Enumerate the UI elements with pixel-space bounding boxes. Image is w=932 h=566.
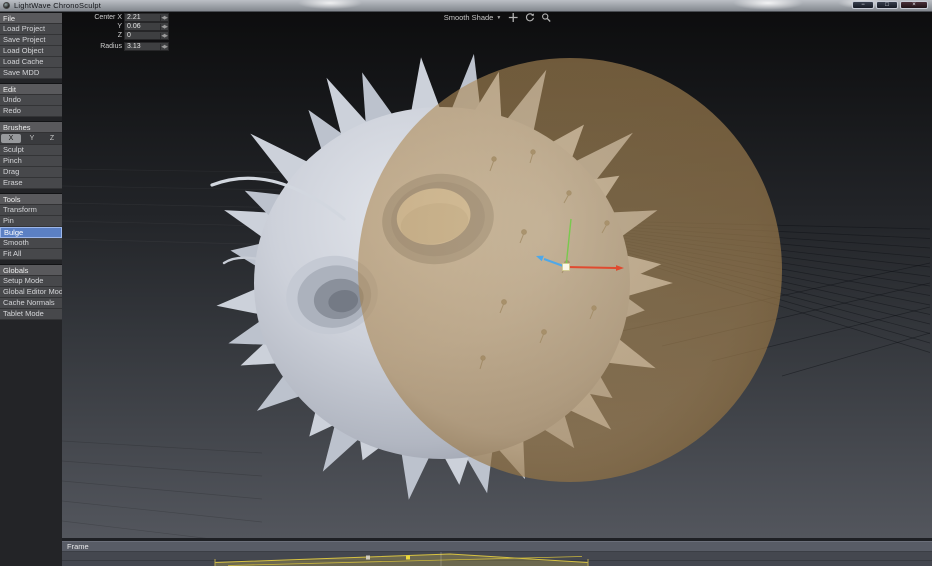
section-header-edit: Edit [0,84,62,95]
sidebar-item-fit-all[interactable]: Fit All [0,249,62,260]
gizmo-x-axis[interactable] [566,267,616,268]
brush-settings-panel: Center X 2.21◀▶ Y 0.06◀▶ Z 0◀▶ Radius 3.… [85,13,169,51]
field-value-center-x[interactable]: 2.21 [125,14,160,21]
sidebar-item-setup-mode[interactable]: Setup Mode [0,276,62,287]
sidebar-item-redo[interactable]: Redo [0,106,62,117]
field-value-center-z[interactable]: 0 [125,32,160,39]
field-value-center-y[interactable]: 0.06 [125,23,160,30]
window-title: LightWave ChronoSculpt [14,1,101,10]
sidebar-item-bulge[interactable]: Bulge [0,227,62,238]
sidebar-item-drag[interactable]: Drag [0,167,62,178]
keyframe-dot-active[interactable] [406,556,410,560]
sidebar-item-tablet-mode[interactable]: Tablet Mode [0,309,62,320]
section-header-tools: Tools [0,194,62,205]
frame-label: Frame [62,542,932,552]
application-window: LightWave ChronoSculpt − □ × File Load P… [0,0,932,566]
close-button[interactable]: × [900,1,928,9]
sidebar-section-file: File Load Project Save Project Load Obje… [0,12,62,79]
field-radius[interactable]: Radius 3.13◀▶ [85,42,169,51]
chevron-down-icon: ▼ [496,15,501,21]
field-center-y[interactable]: Y 0.06◀▶ [85,22,169,31]
viewport[interactable]: Center X 2.21◀▶ Y 0.06◀▶ Z 0◀▶ Radius 3.… [62,11,932,538]
axis-button-x[interactable]: X [1,134,21,143]
sidebar-item-undo[interactable]: Undo [0,95,62,106]
field-label-center-y: Y [85,23,122,30]
gizmo-center-handle[interactable] [563,264,570,271]
section-header-globals: Globals [0,265,62,276]
viewport-toolbar: Smooth Shade ▼ [444,13,551,22]
sidebar-item-cache-normals[interactable]: Cache Normals [0,298,62,309]
field-value-radius[interactable]: 3.13 [125,43,160,50]
sidebar-item-pinch[interactable]: Pinch [0,156,62,167]
section-header-file: File [0,13,62,24]
frame-bar: Frame [62,541,932,552]
field-center-x[interactable]: Center X 2.21◀▶ [85,13,169,22]
sidebar-item-load-project[interactable]: Load Project [0,24,62,35]
maximize-button[interactable]: □ [876,1,898,9]
minimize-button[interactable]: − [852,1,874,9]
sidebar-item-erase[interactable]: Erase [0,178,62,189]
stepper-icon[interactable]: ◀▶ [160,33,168,39]
sidebar-item-save-project[interactable]: Save Project [0,35,62,46]
stepper-icon[interactable]: ◀▶ [160,24,168,30]
sidebar: File Load Project Save Project Load Obje… [0,11,62,566]
sidebar-item-global-editor-mode[interactable]: Global Editor Mode [0,287,62,298]
sidebar-item-load-object[interactable]: Load Object [0,46,62,57]
zoom-icon[interactable] [541,13,550,22]
ground-grid-bottom-left [62,441,262,538]
app-icon [3,2,10,9]
sidebar-item-load-cache[interactable]: Load Cache [0,57,62,68]
timeline-track[interactable] [62,552,932,566]
sidebar-item-transform[interactable]: Transform [0,205,62,216]
field-center-z[interactable]: Z 0◀▶ [85,31,169,40]
pan-icon[interactable] [508,13,517,22]
axis-selector: X Y Z [0,133,62,145]
shading-mode-label: Smooth Shade [444,13,494,22]
brush-radius-sphere[interactable] [358,58,782,482]
orbit-icon[interactable] [524,13,534,22]
field-label-center-x: Center X [85,14,122,21]
sidebar-section-edit: Edit Undo Redo [0,83,62,117]
sidebar-item-pin[interactable]: Pin [0,216,62,227]
keyframe-dot-inactive[interactable] [366,556,370,560]
shading-mode-dropdown[interactable]: Smooth Shade ▼ [444,13,502,22]
sidebar-item-smooth[interactable]: Smooth [0,238,62,249]
stepper-icon[interactable]: ◀▶ [160,44,168,50]
sidebar-section-brushes: Brushes X Y Z Sculpt Pinch Drag Erase [0,121,62,189]
axis-button-z[interactable]: Z [42,133,62,144]
viewport-canvas[interactable] [62,11,932,538]
section-header-brushes: Brushes [0,122,62,133]
field-label-center-z: Z [85,32,122,39]
sidebar-item-sculpt[interactable]: Sculpt [0,145,62,156]
sidebar-section-tools: Tools Transform Pin Bulge Smooth Fit All [0,193,62,260]
title-bar: LightWave ChronoSculpt − □ × [0,0,932,12]
sidebar-item-save-mdd[interactable]: Save MDD [0,68,62,79]
axis-button-y[interactable]: Y [22,133,42,144]
field-label-radius: Radius [85,43,122,50]
stepper-icon[interactable]: ◀▶ [160,15,168,21]
sidebar-section-globals: Globals Setup Mode Global Editor Mode Ca… [0,264,62,320]
